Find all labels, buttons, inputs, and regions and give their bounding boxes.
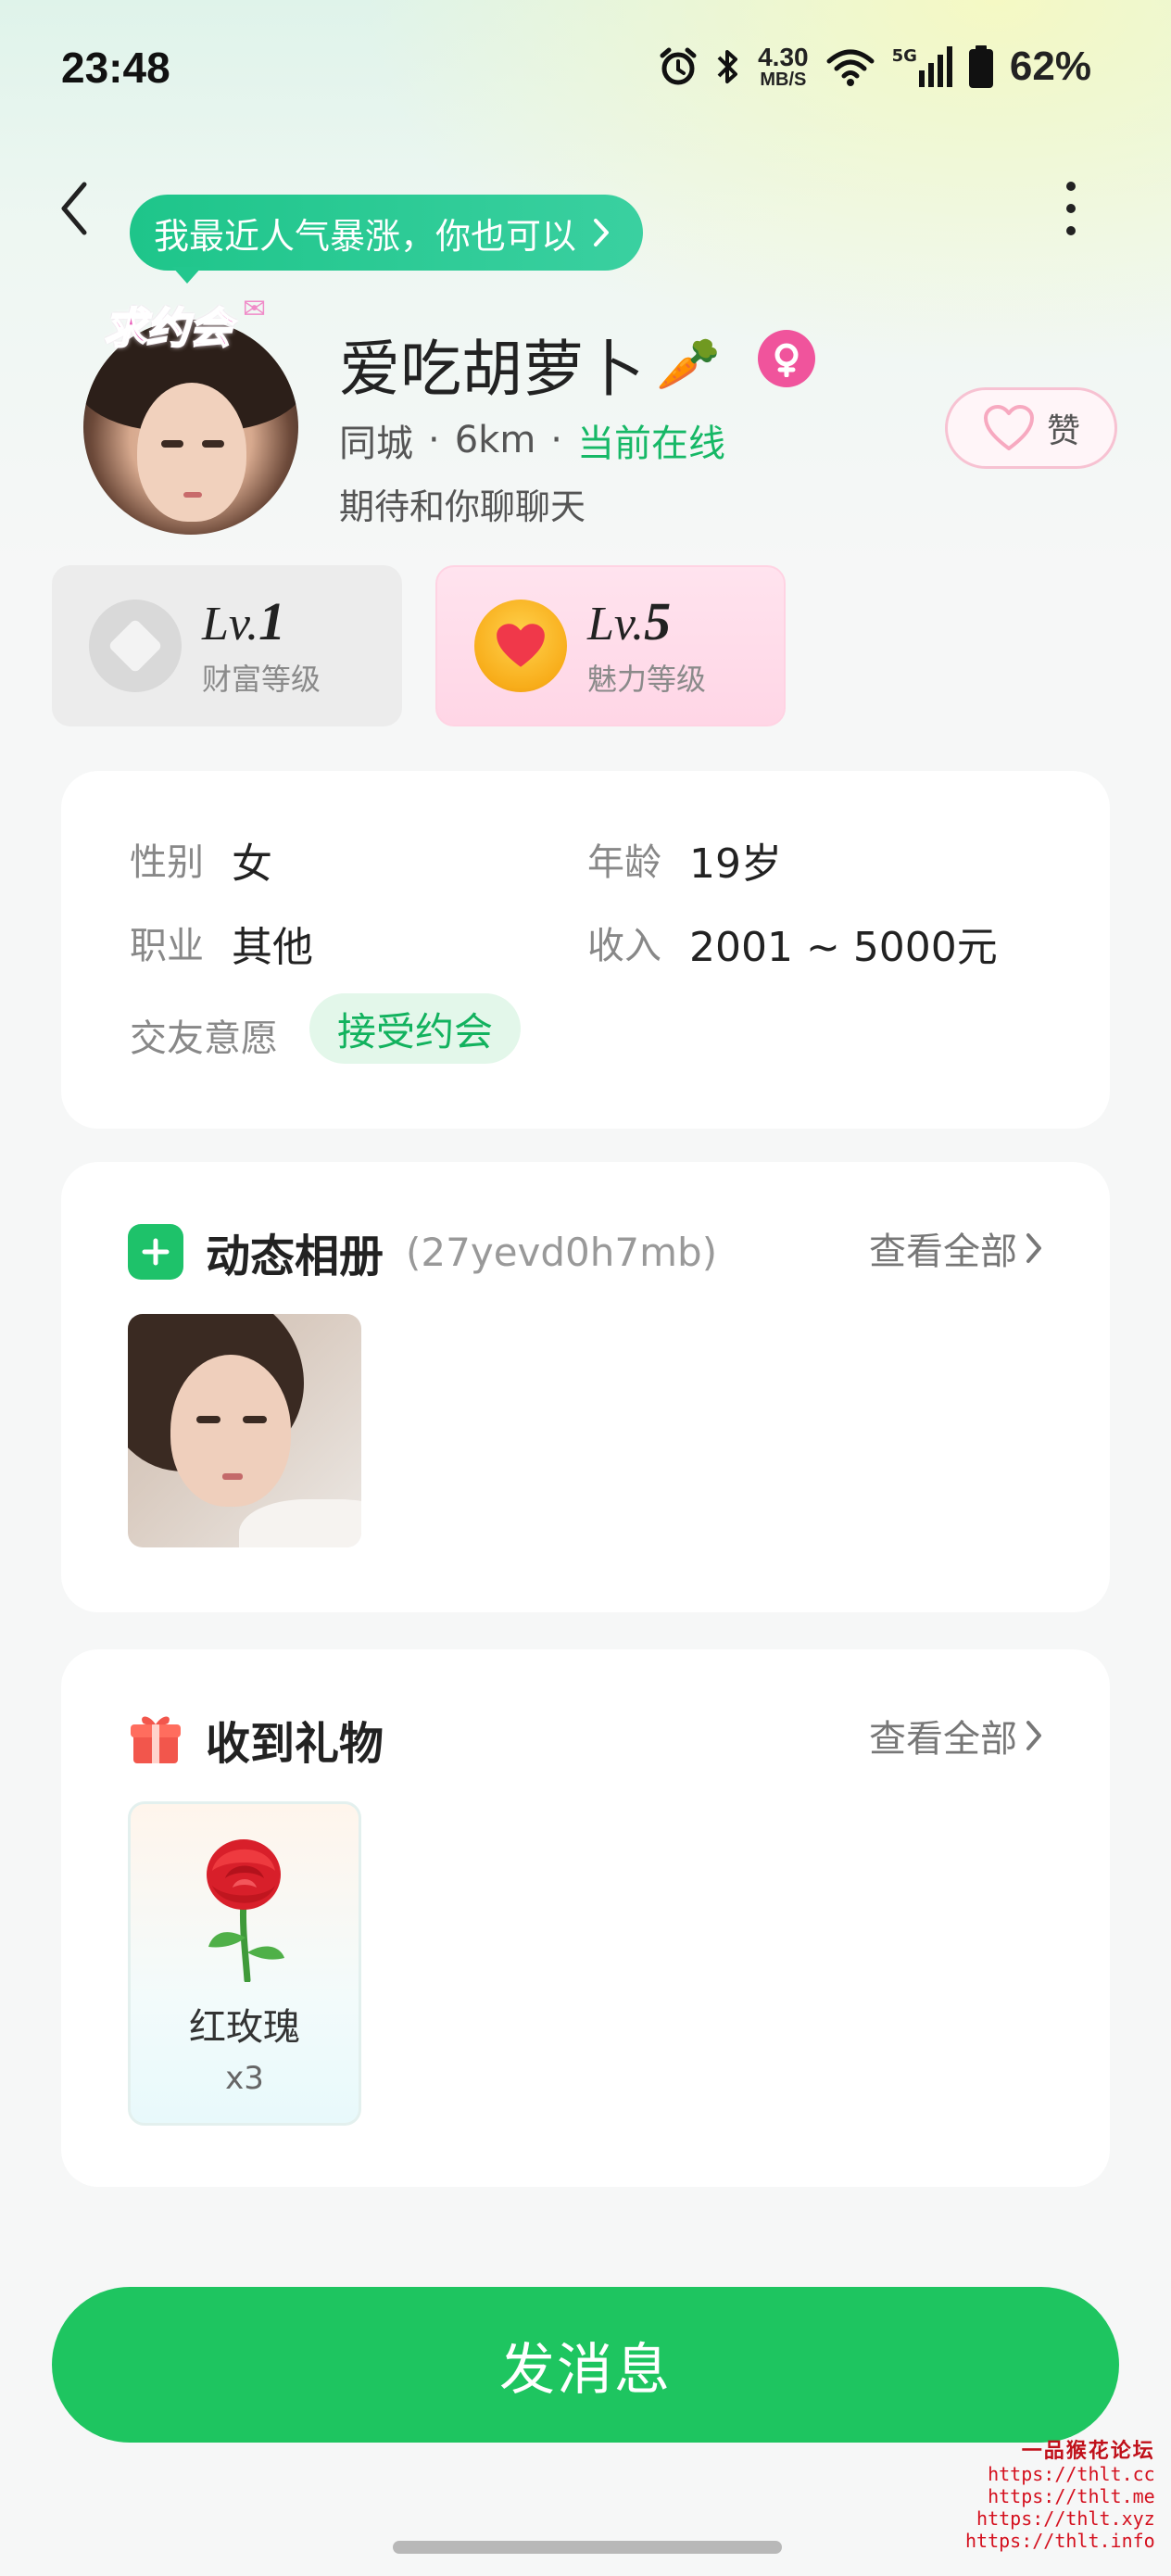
heart-outline-icon: [983, 405, 1034, 450]
online-status: 当前在线: [577, 423, 726, 465]
forum-watermark: 一品猴花论坛 https://thlt.cc https://thlt.me h…: [965, 2440, 1155, 2553]
intent-label: 交友意愿: [130, 1017, 278, 1060]
back-button[interactable]: [48, 176, 100, 241]
promo-bubble-tail: [172, 267, 202, 284]
album-photo[interactable]: [128, 1314, 361, 1547]
album-view-all-link[interactable]: 查看全部: [869, 1221, 1043, 1275]
distance: 6km: [454, 419, 536, 461]
like-button[interactable]: 赞: [945, 387, 1117, 469]
gender-value: 女: [232, 840, 272, 888]
rose-icon: [207, 1839, 284, 1982]
charm-level-card[interactable]: Lv.5 魅力等级: [435, 565, 786, 726]
gifts-card: 收到礼物 查看全部 红玫瑰 x3: [61, 1649, 1110, 2187]
bio: 期待和你聊聊天: [339, 486, 586, 527]
net-speed: 4.30 MB/S: [758, 43, 809, 90]
more-button[interactable]: [1045, 176, 1097, 241]
gift-name: 红玫瑰: [189, 2006, 300, 2049]
status-icons: 4.30 MB/S 5G 62%: [658, 41, 1091, 93]
job-value: 其他: [232, 924, 313, 971]
bluetooth-icon: [717, 50, 738, 83]
location: 同城: [339, 423, 413, 465]
more-vertical-icon: [1066, 182, 1076, 191]
nickname: 爱吃胡萝卜 🥕: [339, 334, 721, 405]
chevron-right-icon: [1026, 1721, 1041, 1750]
status-time: 23:48: [61, 44, 170, 92]
profile-meta: 同城 · 6km · 当前在线: [339, 413, 725, 467]
gifts-view-all-link[interactable]: 查看全部: [869, 1709, 1043, 1762]
cellular-signal: 5G: [892, 46, 952, 87]
sticker-envelope-icon: ✉: [243, 293, 267, 325]
wifi-icon: [826, 49, 875, 86]
plus-icon[interactable]: [128, 1224, 183, 1280]
charm-level-label: 魅力等级: [587, 661, 707, 697]
album-code: (27yevd0h7mb): [406, 1229, 718, 1275]
gift-count: x3: [225, 2060, 264, 2097]
wealth-level-card[interactable]: Lv.1 财富等级: [52, 565, 402, 726]
charm-level: 5: [644, 590, 672, 651]
wealth-diamond-icon: [89, 600, 182, 692]
carrot-icon: 🥕: [656, 335, 721, 395]
intent-tag: 接受约会: [309, 993, 522, 1064]
job-label: 职业: [130, 925, 204, 967]
battery-percent: 62%: [1009, 44, 1091, 89]
gift-icon: [131, 1716, 181, 1763]
like-label: 赞: [1046, 412, 1080, 450]
income-label: 收入: [587, 925, 661, 967]
send-message-button[interactable]: 发消息: [52, 2287, 1119, 2443]
album-title: 动态相册: [206, 1231, 384, 1282]
chevron-right-icon: [1026, 1233, 1041, 1263]
gifts-title: 收到礼物: [206, 1718, 384, 1770]
popularity-promo-bubble[interactable]: 我最近人气暴涨，你也可以: [130, 195, 644, 271]
chevron-left-icon: [61, 182, 87, 235]
alarm-icon: [660, 47, 697, 85]
basic-info-card: 性别 女 年龄 19岁 职业 其他 收入 2001 ~ 5000元 交友意愿 接…: [61, 771, 1110, 1129]
gender-label: 性别: [130, 841, 204, 884]
age-value: 19岁: [689, 840, 782, 888]
signal-icon: [918, 46, 952, 87]
female-icon: [758, 330, 815, 387]
home-indicator[interactable]: [393, 2541, 782, 2554]
gift-item[interactable]: 红玫瑰 x3: [128, 1801, 361, 2126]
album-card: 动态相册 (27yevd0h7mb) 查看全部: [61, 1162, 1110, 1612]
promo-text: 我最近人气暴涨，你也可以: [154, 215, 577, 257]
age-label: 年龄: [587, 841, 661, 884]
avatar-date-sticker: 求约会: [103, 302, 233, 354]
charm-heart-icon: [474, 600, 567, 692]
wealth-level-label: 财富等级: [202, 661, 321, 697]
battery-icon: [968, 45, 993, 88]
chevron-right-icon: [594, 219, 610, 246]
wealth-level: 1: [258, 590, 286, 651]
income-value: 2001 ~ 5000元: [689, 924, 998, 971]
